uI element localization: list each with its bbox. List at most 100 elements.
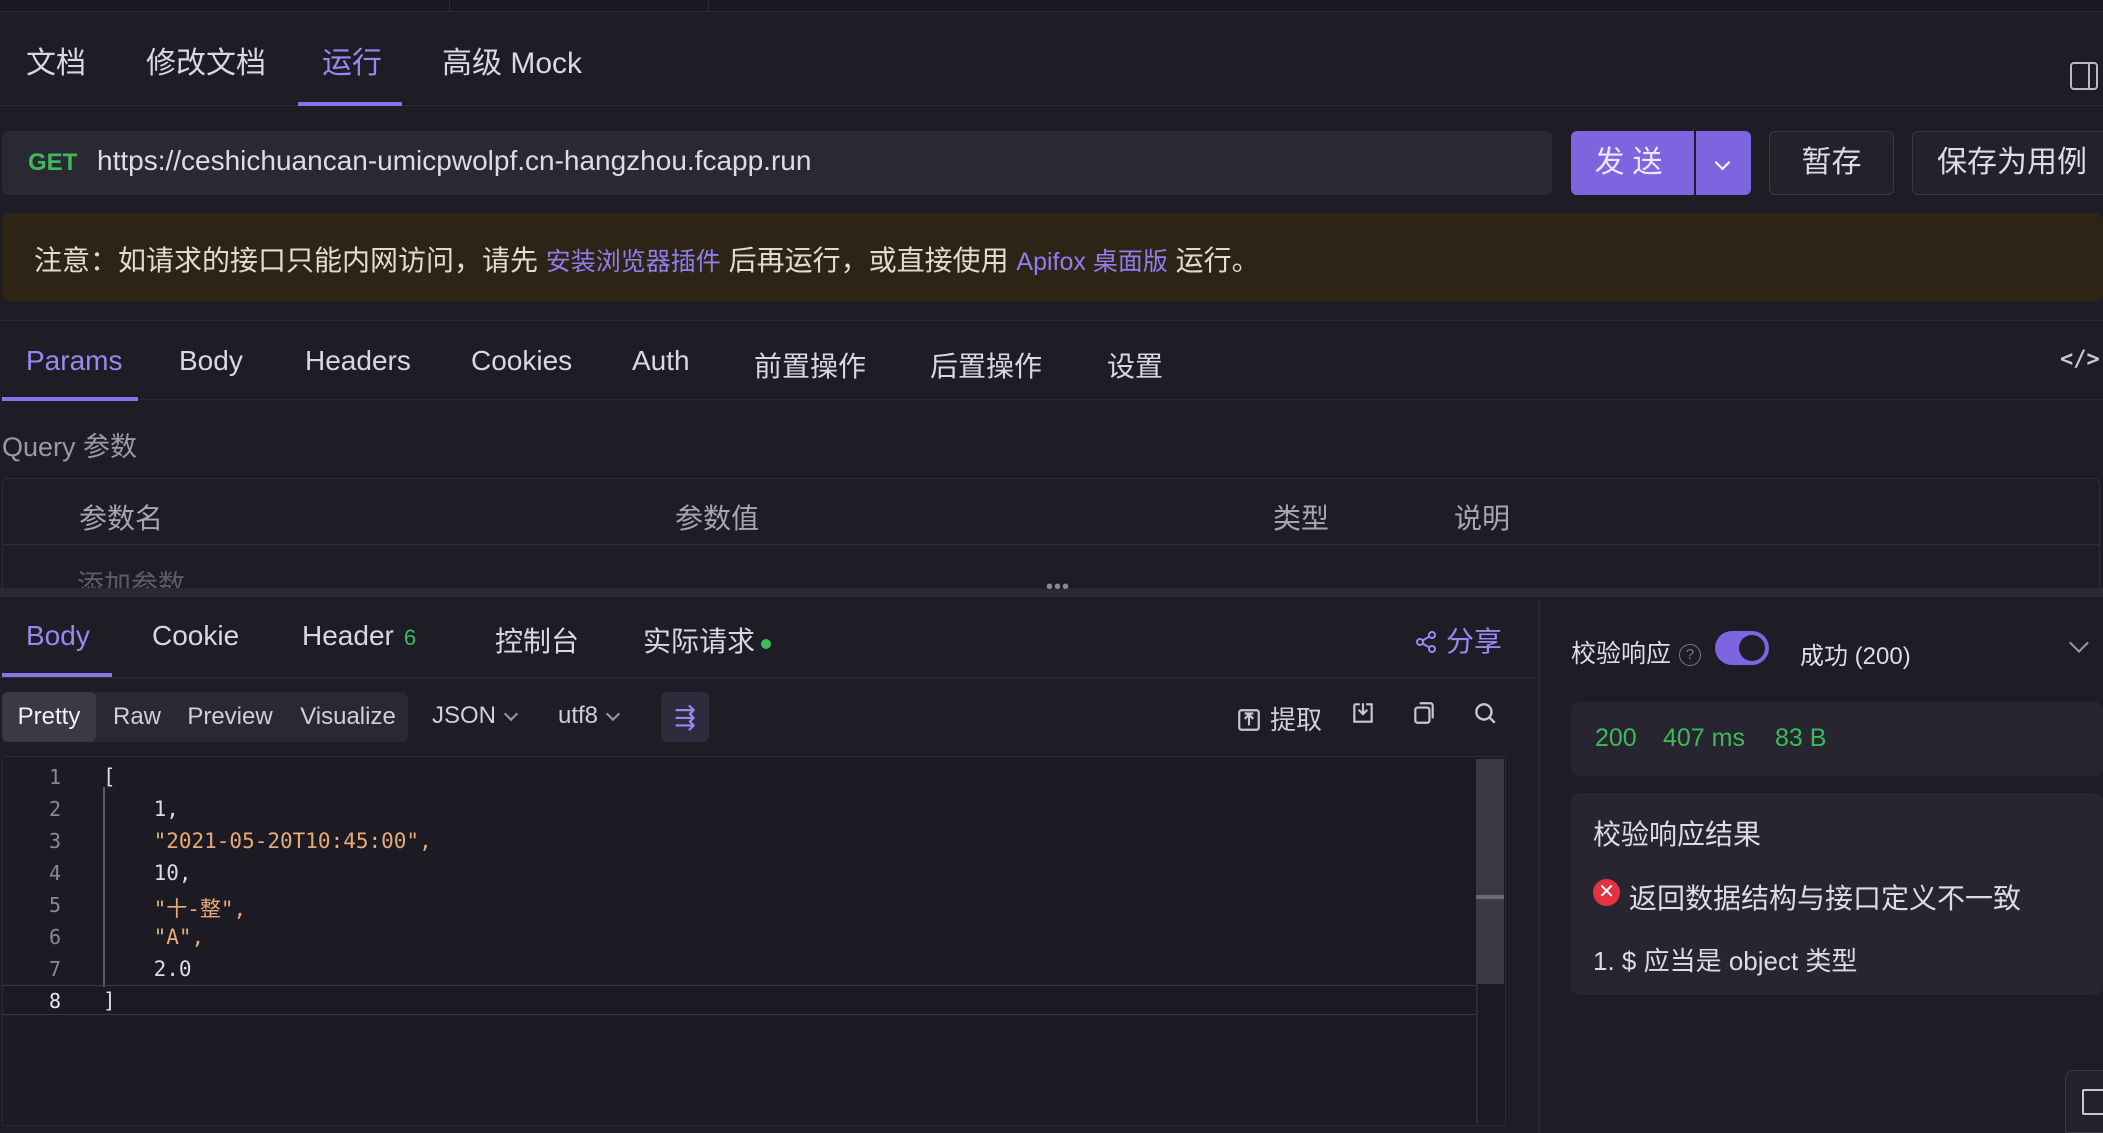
view-mode-switcher: Pretty Raw Preview Visualize bbox=[2, 692, 408, 742]
view-raw[interactable]: Raw bbox=[100, 692, 174, 742]
extract-button[interactable]: 提取 bbox=[1236, 700, 1322, 737]
editor-scrollbar[interactable] bbox=[1476, 759, 1504, 984]
line-number: 7 bbox=[48, 957, 61, 981]
send-dropdown-chevron-icon[interactable] bbox=[1696, 131, 1751, 195]
share-icon bbox=[1416, 631, 1436, 653]
warning-banner: 注意：如请求的接口只能内网访问，请先 安装浏览器插件 后再运行，或直接使用 Ap… bbox=[2, 213, 2103, 301]
code-line: 1, bbox=[103, 797, 179, 821]
top-strip-segment bbox=[708, 0, 2103, 12]
error-icon: ✕ bbox=[1593, 879, 1620, 906]
code-line: 2.0 bbox=[103, 957, 192, 981]
view-visualize[interactable]: Visualize bbox=[292, 692, 404, 742]
column-header-value: 参数值 bbox=[675, 503, 760, 534]
method-label[interactable]: GET bbox=[28, 149, 77, 177]
line-number: 4 bbox=[48, 861, 61, 885]
tab-console[interactable]: 控制台 bbox=[495, 620, 579, 660]
row-divider bbox=[3, 544, 2099, 545]
tab-response-header-label: Header bbox=[302, 620, 394, 651]
tab-settings[interactable]: 设置 bbox=[1107, 345, 1163, 385]
tab-params[interactable]: Params bbox=[26, 345, 122, 377]
query-params-label: Query 参数 bbox=[2, 432, 138, 462]
drag-handle-icon[interactable]: ••• bbox=[1046, 576, 1070, 599]
tab-body[interactable]: Body bbox=[179, 345, 243, 377]
layout-icon[interactable] bbox=[2065, 1070, 2103, 1133]
verify-response-text: 校验响应 bbox=[1571, 640, 1672, 668]
send-button[interactable]: 发送 bbox=[1571, 131, 1694, 195]
verify-result-title: 校验响应结果 bbox=[1593, 819, 1762, 850]
status-code: 200 bbox=[1595, 724, 1637, 752]
panel-toggle-icon[interactable] bbox=[2070, 62, 2098, 90]
verify-response-label: 校验响应? bbox=[1571, 634, 1702, 670]
verify-result-panel: 校验响应结果 ✕ 返回数据结构与接口定义不一致 1. $ 应当是 object … bbox=[1571, 793, 2103, 995]
scrollbar-marker bbox=[1476, 895, 1504, 899]
code-line-string: "A", bbox=[103, 925, 205, 949]
tab-response-header[interactable]: Header 6 bbox=[302, 620, 416, 652]
response-status-select[interactable]: 成功 (200) bbox=[1800, 636, 1911, 671]
install-plugin-link[interactable]: 安装浏览器插件 bbox=[546, 248, 721, 276]
tab-edit-docs[interactable]: 修改文档 bbox=[146, 38, 266, 82]
share-button[interactable]: 分享 bbox=[1414, 620, 1502, 660]
search-icon[interactable] bbox=[1472, 700, 1498, 733]
active-tab-indicator bbox=[298, 102, 402, 106]
format-select[interactable]: JSON bbox=[432, 702, 519, 730]
code-icon[interactable]: </> bbox=[2060, 347, 2100, 372]
warning-suffix: 运行。 bbox=[1175, 245, 1260, 276]
save-as-case-button[interactable]: 保存为用例 bbox=[1912, 131, 2103, 195]
response-tab-bar: Body Cookie Header 6 控制台 实际请求 分享 bbox=[0, 600, 1536, 678]
query-params-table: 参数名 参数值 类型 说明 添加参数 bbox=[2, 478, 2100, 600]
code-line-string: "十-整", bbox=[103, 897, 247, 921]
extract-label: 提取 bbox=[1270, 705, 1323, 735]
warning-prefix: 注意：如请求的接口只能内网访问，请先 bbox=[34, 245, 539, 276]
code-line-string: "2021-05-20T10:45:00", bbox=[103, 829, 432, 853]
copy-icon[interactable] bbox=[1411, 700, 1437, 733]
view-preview[interactable]: Preview bbox=[178, 692, 282, 742]
active-tab-indicator bbox=[2, 673, 112, 677]
line-number: 6 bbox=[48, 925, 61, 949]
word-wrap-icon[interactable]: ⇶ bbox=[661, 692, 709, 742]
url-input[interactable]: https://ceshichuancan-umicpwolpf.cn-hang… bbox=[97, 145, 811, 177]
url-bar[interactable]: GET https://ceshichuancan-umicpwolpf.cn-… bbox=[2, 131, 1552, 195]
verify-toggle[interactable] bbox=[1715, 631, 1769, 665]
line-number: 5 bbox=[48, 893, 61, 917]
save-temp-button[interactable]: 暂存 bbox=[1769, 131, 1894, 195]
tab-response-cookie[interactable]: Cookie bbox=[152, 620, 239, 652]
tab-auth[interactable]: Auth bbox=[632, 345, 690, 377]
tab-actual-request-label: 实际请求 bbox=[643, 626, 756, 657]
request-tab-bar: Params Body Headers Cookies Auth 前置操作 后置… bbox=[0, 320, 2103, 401]
active-tab-indicator bbox=[2, 397, 138, 401]
column-header-description: 说明 bbox=[1454, 503, 1511, 534]
tab-actual-request[interactable]: 实际请求 bbox=[643, 620, 772, 660]
response-body-editor[interactable]: 1 [ 2 1, 3 "2021-05-20T10:45:00", 4 10, … bbox=[2, 756, 1506, 1126]
tab-post-request[interactable]: 后置操作 bbox=[930, 345, 1042, 385]
desktop-app-link[interactable]: Apifox 桌面版 bbox=[1016, 248, 1167, 276]
error-detail: 1. $ 应当是 object 类型 bbox=[1593, 946, 1858, 976]
extract-icon bbox=[1238, 709, 1260, 731]
error-message: 返回数据结构与接口定义不一致 bbox=[1629, 883, 2022, 914]
line-number: 1 bbox=[48, 765, 61, 789]
code-line: [ bbox=[103, 765, 116, 789]
view-pretty[interactable]: Pretty bbox=[2, 692, 96, 742]
code-line: 10, bbox=[103, 861, 192, 885]
line-number: 2 bbox=[48, 797, 61, 821]
format-value: JSON bbox=[432, 702, 497, 729]
column-header-name: 参数名 bbox=[79, 503, 164, 534]
help-icon[interactable]: ? bbox=[1679, 644, 1702, 667]
tab-run[interactable]: 运行 bbox=[322, 38, 382, 82]
pane-splitter[interactable]: ••• bbox=[0, 576, 2103, 598]
tab-response-body[interactable]: Body bbox=[26, 620, 90, 652]
tab-pre-request[interactable]: 前置操作 bbox=[754, 345, 866, 385]
code-line: ] bbox=[103, 989, 116, 1013]
tab-headers[interactable]: Headers bbox=[305, 345, 411, 377]
tab-docs[interactable]: 文档 bbox=[26, 38, 86, 82]
warning-middle: 后再运行，或直接使用 bbox=[728, 245, 1009, 276]
column-header-type: 类型 bbox=[1273, 503, 1330, 534]
header-count-badge: 6 bbox=[403, 625, 417, 650]
chevron-down-icon[interactable] bbox=[2069, 633, 2089, 653]
line-number: 8 bbox=[48, 989, 61, 1013]
tab-cookies[interactable]: Cookies bbox=[471, 345, 572, 377]
download-icon[interactable] bbox=[1350, 700, 1376, 733]
tab-advanced-mock[interactable]: 高级 Mock bbox=[442, 38, 582, 82]
panel-divider[interactable] bbox=[1538, 600, 1540, 1133]
encoding-select[interactable]: utf8 bbox=[558, 702, 621, 730]
scrollbar-gutter bbox=[1476, 984, 1478, 1124]
